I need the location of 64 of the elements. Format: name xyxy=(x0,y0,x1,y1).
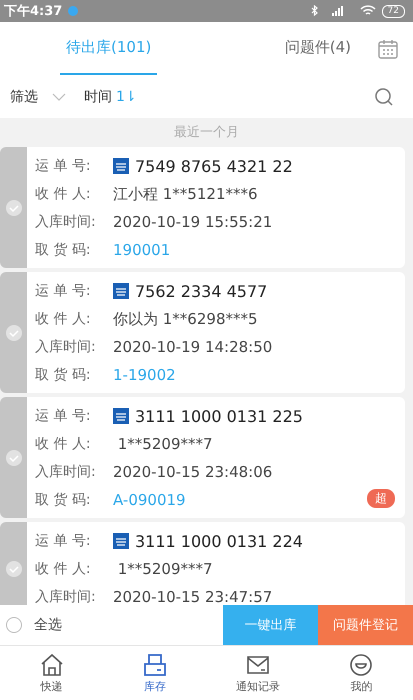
nav-item[interactable]: 库存 xyxy=(103,646,206,700)
printer-icon xyxy=(142,652,168,676)
pickup-code: 1-19002 xyxy=(113,366,176,384)
select-all-label: 全选 xyxy=(34,616,62,634)
filter-dropdown[interactable]: 筛选 xyxy=(8,86,68,108)
pickup-code: 190001 xyxy=(113,241,170,259)
nav-item[interactable]: 通知记录 xyxy=(206,646,310,700)
card-select-strip[interactable] xyxy=(0,147,27,268)
smile-icon xyxy=(348,652,374,676)
field-label: 收 件 人: xyxy=(35,310,92,328)
status-time: 下午4:37 xyxy=(4,3,62,20)
overdue-badge: 超 xyxy=(367,489,395,508)
field-label: 收 件 人: xyxy=(35,435,92,453)
calendar-icon[interactable] xyxy=(377,38,399,60)
shipment-card[interactable]: 运 单 号: 7549 8765 4321 22 收 件 人: 江小程 1**5121***6 入库时间: 2020-10-19 15:55:21 取 货 码: 190001 xyxy=(0,147,405,268)
field-label: 取 货 码: xyxy=(35,241,92,259)
card-select-strip[interactable] xyxy=(0,522,27,605)
field-value: 2020-10-15 23:47:57 xyxy=(113,588,272,605)
search-icon[interactable] xyxy=(373,86,395,108)
home-icon xyxy=(38,652,65,676)
card-select-strip[interactable] xyxy=(0,272,27,393)
courier-logo-icon xyxy=(113,158,129,174)
field-label: 入库时间: xyxy=(35,588,97,605)
field-label: 收 件 人: xyxy=(35,560,92,578)
field-value: 2020-10-15 23:48:06 xyxy=(113,463,272,481)
notification-dot-icon xyxy=(68,6,78,16)
sort-arrow: 1⇂ xyxy=(116,88,137,104)
waybill-number: 3111 1000 0131 225 xyxy=(135,406,303,426)
courier-logo-icon xyxy=(113,283,129,299)
wifi-icon xyxy=(360,5,376,17)
field-label: 取 货 码: xyxy=(35,491,92,509)
tab[interactable]: 问题件(4) xyxy=(278,22,357,75)
waybill-number: 3111 1000 0131 224 xyxy=(135,532,303,550)
field-label: 入库时间: xyxy=(35,213,97,231)
field-value: 2020-10-19 15:55:21 xyxy=(113,213,272,231)
field-label: 运 单 号: xyxy=(35,282,92,300)
chevron-down-icon xyxy=(52,92,66,100)
field-label: 运 单 号: xyxy=(35,532,92,550)
field-label: 收 件 人: xyxy=(35,185,92,203)
field-label: 入库时间: xyxy=(35,463,97,481)
shipment-card[interactable]: 运 单 号: 3111 1000 0131 224 收 件 人: 1**5209***7 入库时间: 2020-10-15 23:47:57 xyxy=(0,522,405,605)
courier-logo-icon xyxy=(113,533,129,549)
card-select-strip[interactable] xyxy=(0,397,27,518)
field-value: 2020-10-19 14:28:50 xyxy=(113,338,272,356)
field-label: 运 单 号: xyxy=(35,407,92,425)
field-label: 取 货 码: xyxy=(35,366,92,384)
section-header: 最近一个月 xyxy=(173,124,240,142)
field-value: 你以为 1**6298***5 xyxy=(113,310,258,328)
field-value: 1**5209***7 xyxy=(116,435,213,453)
field-label: 入库时间: xyxy=(35,338,97,356)
field-label: 运 单 号: xyxy=(35,157,92,175)
waybill-number: 7562 2334 4577 xyxy=(135,282,268,300)
shipment-card[interactable]: 运 单 号: 3111 1000 0131 225 收 件 人: 1**5209***7 入库时间: 2020-10-15 23:48:06 取 货 码: A-090019 超 xyxy=(0,397,405,518)
field-value: 江小程 1**5121***6 xyxy=(113,184,258,204)
battery-indicator: 72 xyxy=(382,4,405,18)
pickup-code: A-090019 xyxy=(113,491,186,509)
sort-button[interactable]: 时间 1⇂ xyxy=(82,86,139,108)
courier-logo-icon xyxy=(113,408,129,424)
field-value: 1**5209***7 xyxy=(116,560,213,578)
shipment-card[interactable]: 运 单 号: 7562 2334 4577 收 件 人: 你以为 1**6298***5 入库时间: 2020-10-19 14:28:50 取 货 码: 1-19002 xyxy=(0,272,405,393)
select-all-checkbox[interactable]: 全选 xyxy=(0,605,68,645)
nav-item[interactable]: 我的 xyxy=(310,646,413,700)
waybill-number: 7549 8765 4321 22 xyxy=(135,156,293,176)
nav-item[interactable]: 快递 xyxy=(0,646,104,700)
